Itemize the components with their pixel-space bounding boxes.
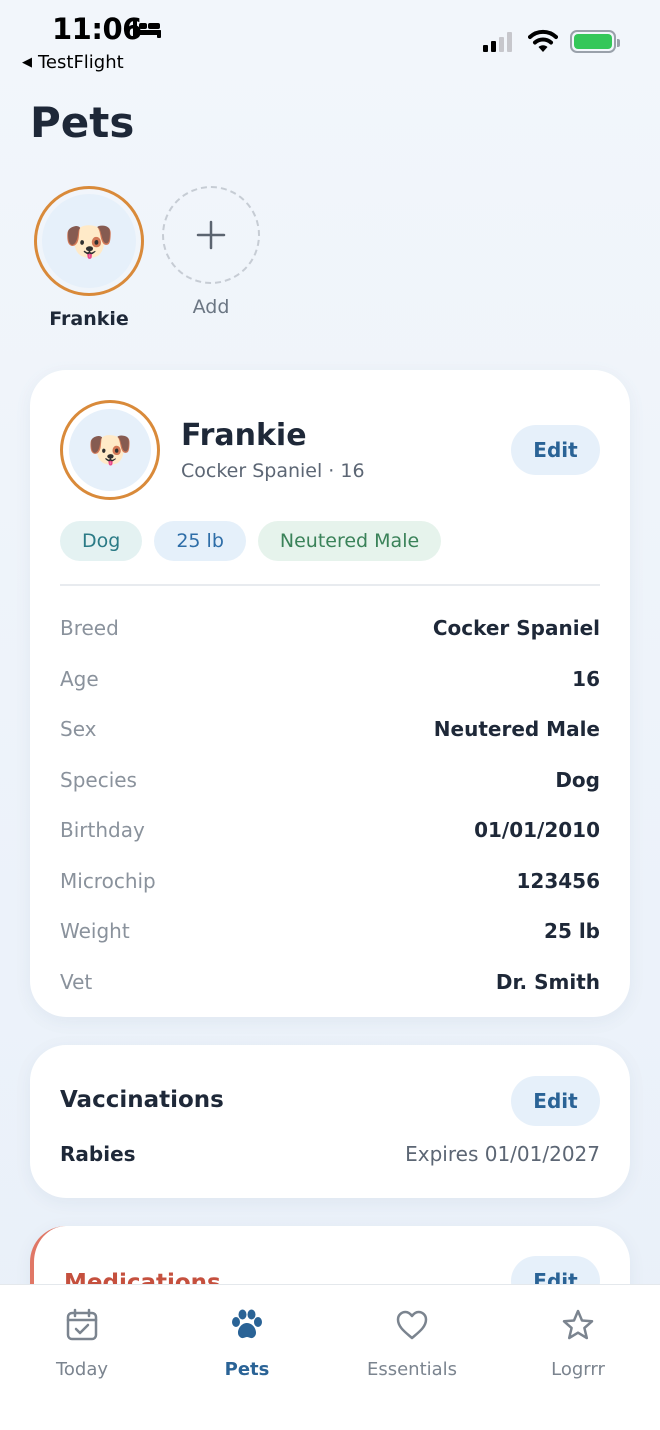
vaccinations-card: Vaccinations Edit Rabies Expires 01/01/2…: [30, 1045, 630, 1198]
detail-value: 16: [572, 666, 600, 691]
dog-face-icon: 🐶: [42, 194, 136, 288]
divider: [60, 584, 600, 586]
detail-label: Microchip: [60, 868, 156, 893]
vaccination-row: Rabies Expires 01/01/2027: [60, 1142, 600, 1166]
detail-row-species: Species Dog: [60, 755, 600, 806]
detail-row-breed: Breed Cocker Spaniel: [60, 603, 600, 654]
status-time: 11:06: [52, 12, 142, 46]
dog-face-icon: 🐶: [69, 409, 151, 491]
tab-pets[interactable]: Pets: [182, 1305, 312, 1380]
detail-label: Weight: [60, 919, 130, 944]
wifi-icon: [528, 29, 558, 52]
tab-essentials[interactable]: Essentials: [347, 1305, 477, 1380]
detail-row-vet: Vet Dr. Smith: [60, 957, 600, 1008]
tab-label: Logrrr: [551, 1359, 605, 1380]
cellular-signal-icon: [483, 30, 512, 52]
tab-today[interactable]: Today: [17, 1305, 147, 1380]
detail-label: Vet: [60, 969, 93, 994]
tab-label: Pets: [224, 1359, 270, 1380]
back-to-testflight[interactable]: ◀ TestFlight: [22, 52, 124, 73]
edit-vaccinations-button[interactable]: Edit: [511, 1076, 600, 1126]
back-triangle-icon: ◀: [22, 55, 32, 70]
detail-value: 25 lb: [544, 919, 600, 944]
detail-label: Breed: [60, 616, 119, 641]
detail-row-age: Age 16: [60, 654, 600, 705]
battery-icon: [570, 30, 620, 53]
detail-value: Neutered Male: [433, 717, 600, 742]
species-tag: Dog: [60, 521, 143, 561]
vaccinations-title: Vaccinations: [60, 1087, 224, 1113]
detail-value: 123456: [516, 868, 601, 893]
sex-tag: Neutered Male: [257, 521, 442, 561]
detail-row-weight: Weight 25 lb: [60, 906, 600, 957]
profile-avatar: 🐶: [60, 400, 160, 500]
sleep-bed-icon: [133, 20, 161, 38]
add-pet-button[interactable]: Add: [156, 186, 266, 318]
profile-name: Frankie: [181, 418, 307, 453]
back-label: TestFlight: [38, 52, 124, 73]
status-bar: 11:06 ◀ TestFlight: [0, 0, 660, 80]
tab-label: Essentials: [366, 1359, 458, 1380]
add-pet-label: Add: [192, 296, 230, 318]
pet-chip-frankie[interactable]: 🐶 Frankie: [34, 186, 144, 330]
detail-value: 01/01/2010: [474, 818, 600, 843]
paw-icon: [232, 1309, 262, 1339]
detail-label: Birthday: [60, 818, 145, 843]
pet-avatar: 🐶: [34, 186, 144, 296]
detail-value: Dr. Smith: [495, 969, 600, 994]
detail-row-microchip: Microchip 123456: [60, 856, 600, 907]
calendar-check-icon: [66, 1308, 98, 1341]
heart-icon: [396, 1310, 428, 1340]
vaccination-expiry: Expires 01/01/2027: [405, 1142, 600, 1166]
detail-list: Breed Cocker Spaniel Age 16 Sex Neutered Ma…: [60, 603, 600, 1007]
detail-row-birthday: Birthday 01/01/2010: [60, 805, 600, 856]
profile-tags: Dog 25 lb Neutered Male: [60, 521, 442, 561]
pet-chip-label: Frankie: [49, 308, 129, 330]
detail-label: Species: [60, 767, 137, 792]
weight-tag: 25 lb: [154, 521, 246, 561]
add-pet-circle: [162, 186, 260, 284]
page-title: Pets: [30, 98, 135, 147]
pet-profile-card: 🐶 Frankie Cocker Spaniel · 16 Edit Dog 2…: [30, 370, 630, 1017]
detail-value: Dog: [555, 767, 600, 792]
tab-logrrr[interactable]: Logrrr: [513, 1305, 643, 1380]
detail-label: Age: [60, 666, 99, 691]
detail-value: Cocker Spaniel: [432, 616, 600, 641]
profile-subtitle: Cocker Spaniel · 16: [181, 460, 365, 482]
edit-profile-button[interactable]: Edit: [511, 425, 600, 475]
tab-bar: Today Pets Essentials Logrrr: [0, 1284, 660, 1430]
vaccination-name: Rabies: [60, 1142, 136, 1166]
tab-label: Today: [55, 1359, 109, 1380]
star-icon: [562, 1309, 594, 1340]
detail-row-sex: Sex Neutered Male: [60, 704, 600, 755]
detail-label: Sex: [60, 717, 97, 742]
plus-icon: [196, 220, 226, 250]
